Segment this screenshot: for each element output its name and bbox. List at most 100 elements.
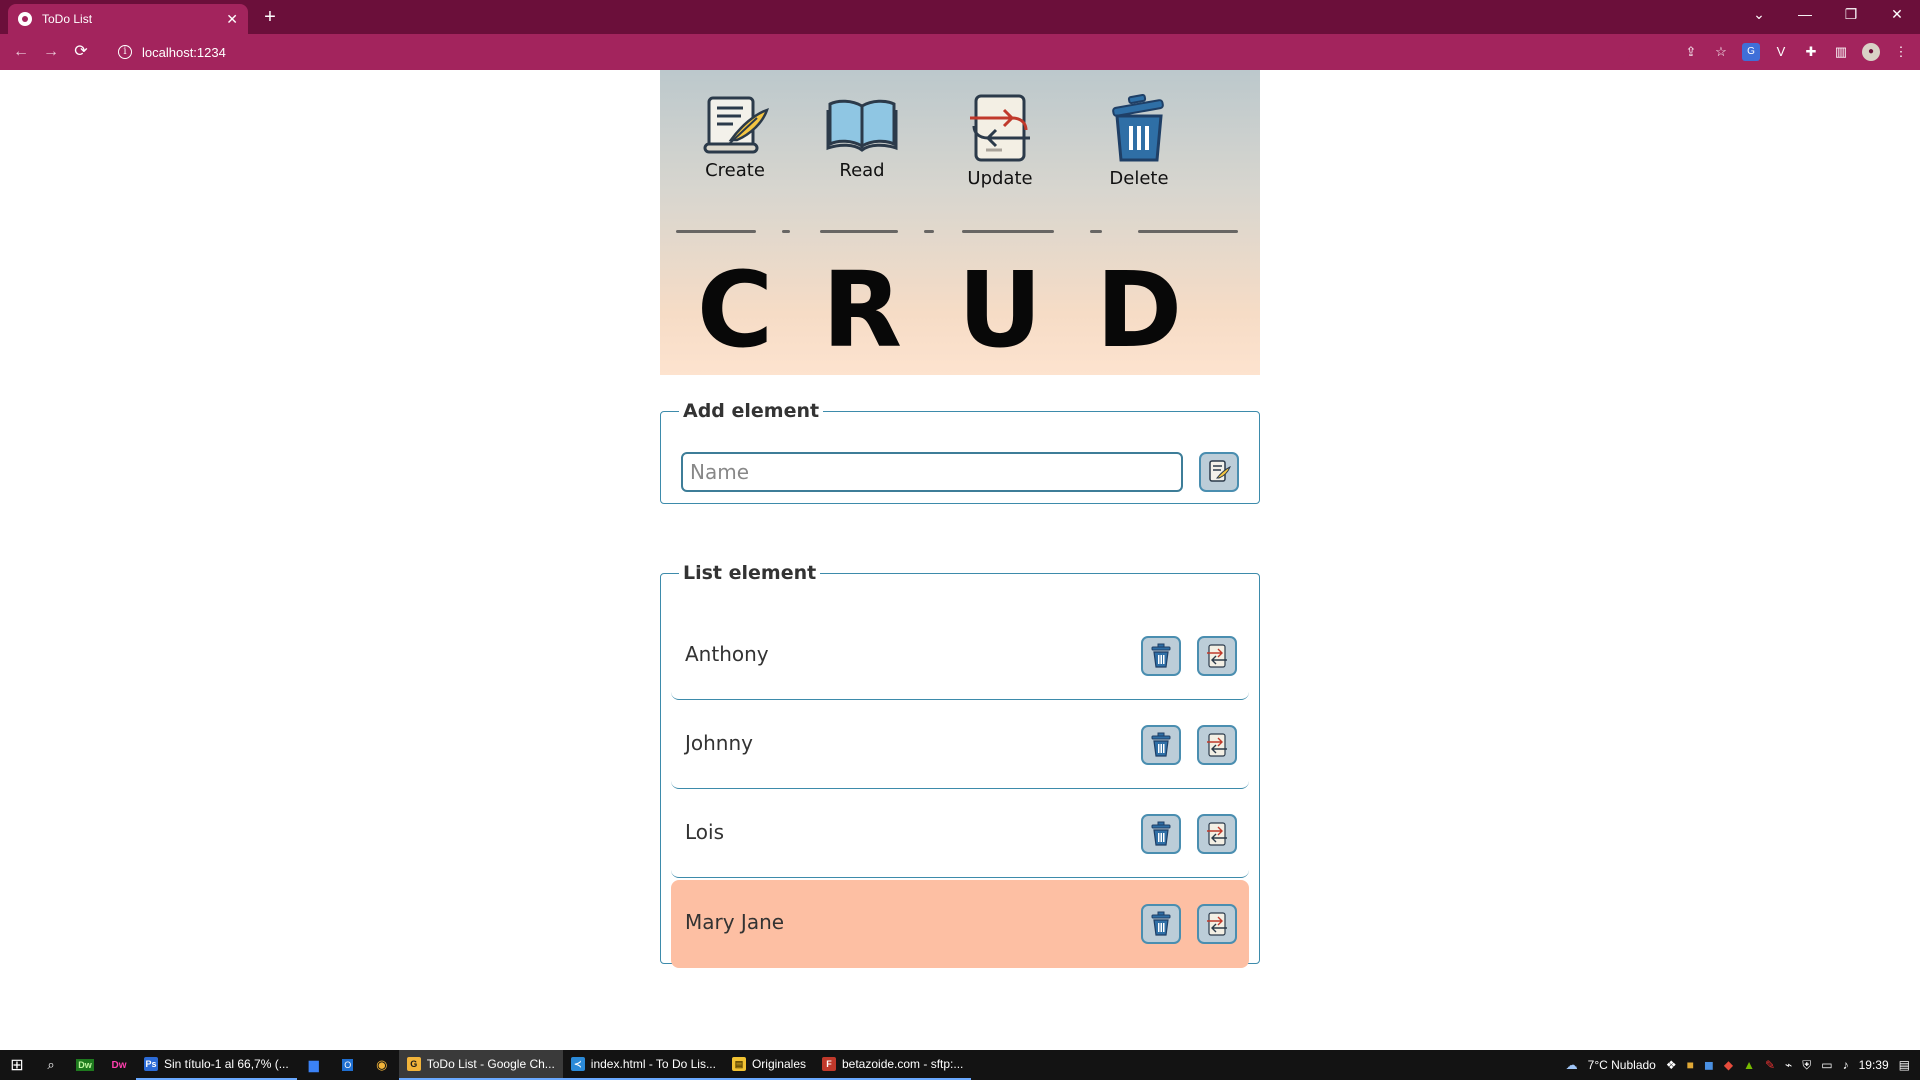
update-document-icon [970, 94, 1030, 162]
site-info-icon[interactable]: i [118, 45, 132, 59]
dreamweaver-icon[interactable]: Dw [68, 1050, 102, 1080]
crud-letter-d: D [1095, 249, 1183, 371]
delete-item-button[interactable] [1141, 636, 1181, 676]
extensions-puzzle-icon[interactable]: ✚ [1802, 43, 1820, 61]
hero-divider [820, 230, 898, 233]
new-tab-button[interactable]: + [258, 6, 282, 30]
volume-icon[interactable]: ♪ [1843, 1058, 1849, 1072]
taskbar-app-vscode[interactable]: ≺ index.html - To Do Lis... [562, 1050, 724, 1080]
update-item-button[interactable] [1197, 725, 1237, 765]
hero-read-label: Read [839, 160, 885, 181]
crud-letter-u: U [957, 249, 1043, 371]
list-item-selected: Mary Jane [671, 880, 1249, 968]
browser-toolbar: ← → ⟳ i localhost:1234 [0, 34, 1920, 70]
browser-tab[interactable]: ToDo List ✕ [8, 4, 248, 34]
taskbar-app-label: betazoide.com - sftp:... [842, 1057, 964, 1071]
update-item-button[interactable] [1197, 814, 1237, 854]
reload-button[interactable]: ⟳ [66, 37, 96, 67]
trash-can-icon [1112, 93, 1164, 162]
list-item-name: Lois [685, 820, 725, 844]
nvidia-icon[interactable]: ▲ [1743, 1058, 1755, 1072]
notifications-icon[interactable]: ▤ [1899, 1058, 1910, 1072]
hero-divider [676, 230, 756, 233]
list-element-legend: List element [683, 562, 817, 584]
taskbar-app-photoshop[interactable]: Ps Sin título-1 al 66,7% (... [136, 1050, 297, 1080]
delete-item-button[interactable] [1141, 725, 1181, 765]
vpn-extension-icon[interactable]: V [1772, 43, 1790, 61]
forward-button[interactable]: → [36, 37, 66, 67]
taskbar-app-explorer[interactable]: ▤ Originales [723, 1050, 814, 1080]
acrobat-icon[interactable]: ✎ [1765, 1058, 1775, 1072]
taskbar-app-filezilla[interactable]: F betazoide.com - sftp:... [814, 1050, 972, 1080]
hero-create-label: Create [705, 160, 765, 181]
crud-letter-c: C [696, 249, 774, 371]
address-bar-url: localhost:1234 [142, 44, 226, 60]
hero-divider [1138, 230, 1238, 233]
profile-avatar[interactable]: ● [1862, 43, 1880, 61]
security-icon[interactable]: ⛨ [1802, 1058, 1811, 1073]
list-item-name: Johnny [685, 731, 753, 755]
delete-item-button[interactable] [1141, 904, 1181, 944]
page-viewport: Create Read Update Delete C R U D Add el… [0, 70, 1920, 1050]
name-input[interactable] [681, 452, 1183, 492]
update-item-button[interactable] [1197, 636, 1237, 676]
cloud-icon[interactable]: ☁ [1566, 1058, 1578, 1072]
hero-divider [1090, 230, 1102, 233]
restore-button[interactable]: ❐ [1828, 0, 1874, 30]
trash-can-icon [1151, 643, 1171, 668]
dreamweaver-alt-icon[interactable]: Dw [102, 1050, 136, 1080]
taskbar-app-chrome[interactable]: G ToDo List - Google Ch... [398, 1050, 563, 1080]
tab-favicon-icon [18, 12, 32, 26]
search-icon[interactable]: ⌕ [34, 1050, 68, 1080]
vscode-icon: ≺ [570, 1057, 585, 1071]
tab-close-icon[interactable]: ✕ [226, 11, 238, 28]
tab-search-button[interactable]: ⌄ [1736, 0, 1782, 30]
share-icon[interactable]: ⇪ [1682, 43, 1700, 61]
crud-hero-banner: Create Read Update Delete C R U D [660, 70, 1260, 375]
translate-extension-icon[interactable]: G [1742, 43, 1760, 61]
network-icon[interactable]: ▭ [1821, 1058, 1832, 1072]
browser-menu-icon[interactable]: ⋮ [1892, 43, 1910, 61]
weather-text[interactable]: 7°C Nublado [1588, 1058, 1656, 1072]
address-bar[interactable]: i localhost:1234 [110, 38, 1630, 66]
add-element-button[interactable] [1199, 452, 1239, 492]
taskbar-app-label: Originales [751, 1057, 806, 1071]
side-panel-icon[interactable]: ▥ [1832, 43, 1850, 61]
outlook-tray-icon[interactable]: ◼ [1704, 1058, 1714, 1072]
update-document-icon [1207, 733, 1227, 757]
update-item-button[interactable] [1197, 904, 1237, 944]
start-button-icon[interactable]: ⊞ [0, 1055, 34, 1075]
minimize-button[interactable]: — [1782, 0, 1828, 30]
bookmark-star-icon[interactable]: ☆ [1712, 43, 1730, 61]
tray-app-icon[interactable]: ■ [1687, 1058, 1694, 1072]
hero-delete-label: Delete [1109, 168, 1169, 189]
open-book-icon [826, 99, 898, 152]
trash-can-icon [1151, 821, 1171, 846]
delete-item-button[interactable] [1141, 814, 1181, 854]
close-window-button[interactable]: ✕ [1874, 0, 1920, 30]
list-item-name: Anthony [685, 642, 769, 666]
list-element-fieldset: List element Anthony Johnny Lois Mary Ja… [660, 562, 1260, 968]
chrome-icon[interactable]: ◉ [365, 1050, 399, 1080]
browser-tab-strip: ToDo List ✕ + ⌄ — ❐ ✕ [0, 0, 1920, 34]
list-item: Lois [671, 790, 1249, 878]
hero-read: Read [807, 92, 917, 181]
outlook-icon[interactable]: O [331, 1050, 365, 1080]
list-item-name: Mary Jane [685, 910, 785, 934]
usb-icon[interactable]: ⌁ [1785, 1058, 1792, 1072]
scroll-quill-icon [703, 96, 769, 154]
trash-can-icon [1151, 732, 1171, 757]
back-button[interactable]: ← [6, 37, 36, 67]
tray-app-icon[interactable]: ◆ [1724, 1058, 1733, 1072]
hero-divider [782, 230, 790, 233]
tab-title: ToDo List [42, 12, 93, 26]
photoshop-icon: Ps [144, 1057, 158, 1071]
update-document-icon [1207, 822, 1227, 846]
taskbar-app-label: Sin título-1 al 66,7% (... [164, 1057, 289, 1071]
list-item: Anthony [671, 612, 1249, 700]
dropbox-icon[interactable]: ❖ [1666, 1058, 1677, 1072]
clock-time[interactable]: 19:39 [1859, 1058, 1889, 1072]
extension-bar: ⇪ ☆ G V ✚ ▥ ● ⋮ [1682, 34, 1910, 70]
filezilla-icon: F [822, 1057, 836, 1071]
calendar-icon[interactable]: ▆ [297, 1050, 331, 1080]
